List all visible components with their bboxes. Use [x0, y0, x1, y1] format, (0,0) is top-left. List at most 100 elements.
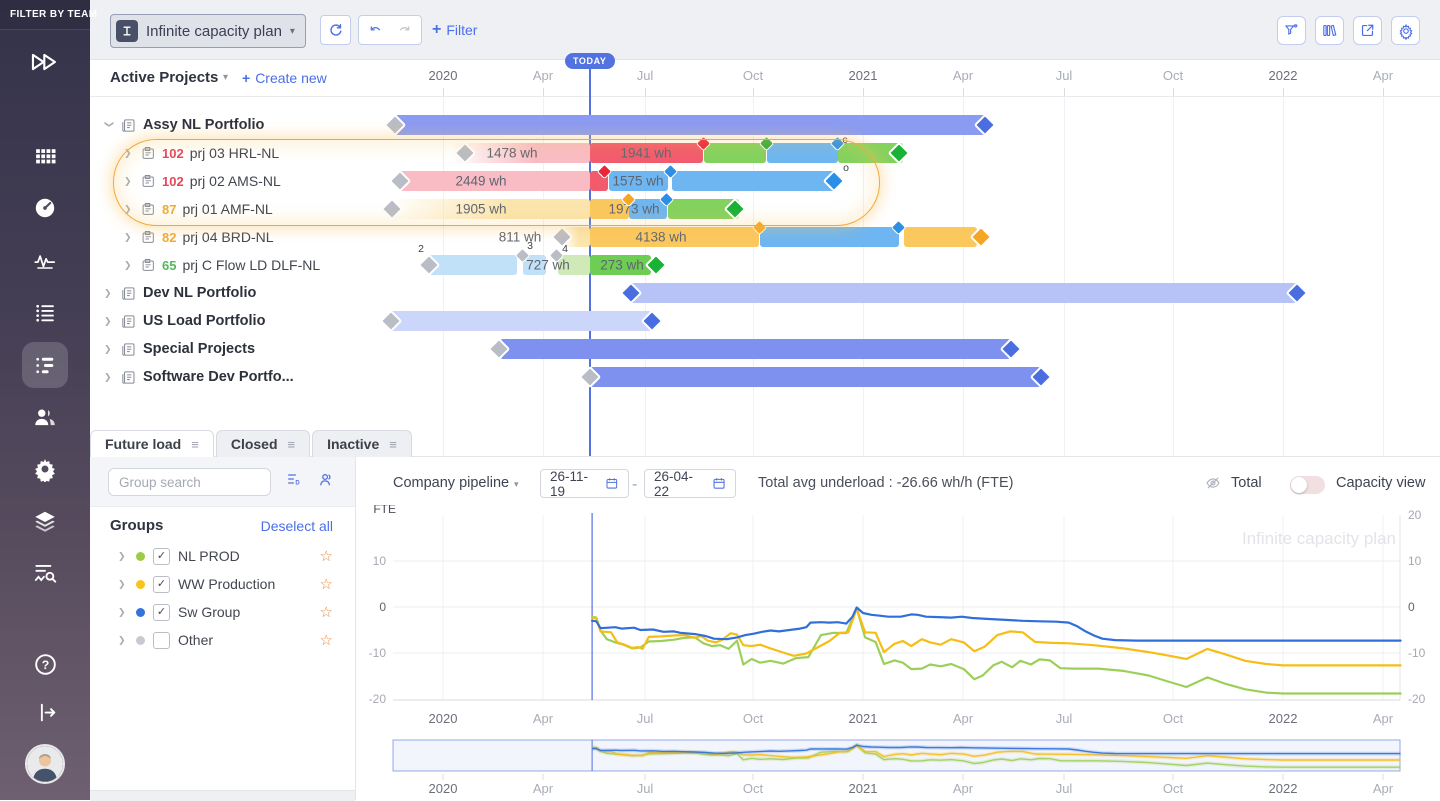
pipeline-selector[interactable]: Company pipeline — [393, 475, 509, 491]
row-name[interactable]: prj 03 HRL-NL — [190, 145, 279, 161]
bar-hours-label: 1941 wh — [620, 146, 671, 161]
timeline-tick — [1064, 88, 1065, 96]
redo-icon[interactable] — [390, 22, 418, 38]
portfolio-icon — [120, 341, 137, 358]
user-avatar[interactable] — [22, 741, 68, 787]
group-color-dot — [136, 580, 145, 589]
favorite-star-icon[interactable]: ☆ — [320, 631, 333, 649]
group-name[interactable]: Other — [178, 632, 213, 648]
group-people-icon[interactable] — [318, 471, 335, 491]
group-search-strip: D — [90, 457, 355, 507]
gantt-annotation: o — [843, 162, 849, 174]
pipeline-chart[interactable]: Infinite capacity planFTE20101000-10-10-… — [355, 505, 1440, 735]
gantt-view-icon[interactable] — [22, 342, 68, 388]
row-expander-icon[interactable]: ❯ — [104, 344, 114, 355]
gantt-bar[interactable] — [429, 255, 517, 275]
undo-icon[interactable] — [362, 22, 390, 38]
tab-future-load[interactable]: Future load≡ — [90, 430, 214, 457]
row-name[interactable]: US Load Portfolio — [143, 313, 265, 329]
tab-inactive[interactable]: Inactive≡ — [312, 430, 412, 457]
date-from-field[interactable]: 26-11-19 — [540, 469, 629, 498]
add-filter-button[interactable]: + Filter — [432, 21, 477, 39]
row-expander-icon[interactable]: ❯ — [124, 176, 134, 187]
row-expander-icon[interactable]: ❯ — [104, 120, 115, 130]
row-name[interactable]: Dev NL Portfolio — [143, 285, 256, 301]
group-color-dot — [136, 636, 145, 645]
group-search-input[interactable] — [108, 468, 271, 496]
gantt-bar[interactable] — [390, 311, 652, 331]
group-checkbox[interactable]: ✓ — [153, 604, 170, 621]
list-view-icon[interactable] — [22, 290, 68, 336]
settings-icon[interactable] — [22, 446, 68, 492]
group-expander-icon[interactable]: ❯ — [118, 635, 128, 646]
favorite-star-icon[interactable]: ☆ — [320, 547, 333, 565]
row-expander-icon[interactable]: ❯ — [124, 148, 134, 159]
plan-selector-button[interactable]: Infinite capacity plan ▾ — [110, 14, 306, 48]
favorite-star-icon[interactable]: ☆ — [320, 603, 333, 621]
group-name[interactable]: NL PROD — [178, 548, 240, 564]
project-icon — [140, 229, 156, 245]
gantt-bar[interactable] — [760, 227, 899, 247]
help-icon[interactable]: ? — [22, 641, 68, 687]
row-expander-icon[interactable]: ❯ — [104, 316, 114, 327]
group-expander-icon[interactable]: ❯ — [118, 579, 128, 590]
deselect-all-link[interactable]: Deselect all — [261, 518, 333, 534]
favorite-star-icon[interactable]: ☆ — [320, 575, 333, 593]
total-visibility-toggle[interactable]: Total — [1204, 474, 1262, 492]
gantt-bar[interactable] — [767, 143, 838, 163]
library-icon[interactable] — [1315, 16, 1344, 45]
gantt-bar[interactable] — [590, 367, 1041, 387]
people-icon[interactable] — [22, 394, 68, 440]
gear-icon[interactable] — [1391, 16, 1420, 45]
gantt-bar[interactable] — [500, 339, 1011, 359]
row-expander-icon[interactable]: ❯ — [124, 260, 134, 271]
timeline-label: Jul — [637, 68, 654, 83]
resource-search-icon[interactable] — [22, 550, 68, 596]
gantt-bar[interactable] — [904, 227, 977, 247]
refresh-button[interactable] — [320, 15, 351, 45]
gantt-bar[interactable] — [704, 143, 766, 163]
tab-menu-icon[interactable]: ≡ — [389, 437, 397, 452]
gantt-bar[interactable] — [395, 115, 985, 135]
row-expander-icon[interactable]: ❯ — [124, 204, 134, 215]
date-from-value: 26-11-19 — [550, 469, 598, 499]
row-name[interactable]: Software Dev Portfo... — [143, 369, 294, 385]
capacity-view-toggle[interactable] — [1290, 476, 1325, 494]
row-expander-icon[interactable]: ❯ — [104, 288, 114, 299]
row-name[interactable]: prj 01 AMF-NL — [182, 201, 272, 217]
row-name[interactable]: prj C Flow LD DLF-NL — [182, 257, 320, 273]
row-expander-icon[interactable]: ❯ — [104, 372, 114, 383]
x-tick-label: Apr — [1373, 711, 1394, 726]
export-icon[interactable] — [1353, 16, 1382, 45]
tab-menu-icon[interactable]: ≡ — [288, 437, 296, 452]
row-name[interactable]: Assy NL Portfolio — [143, 117, 264, 133]
row-name[interactable]: Special Projects — [143, 341, 255, 357]
group-checkbox[interactable]: ✓ — [153, 548, 170, 565]
favorite-filter-icon[interactable] — [1277, 16, 1306, 45]
waveform-icon[interactable] — [22, 238, 68, 284]
project-icon — [140, 145, 156, 161]
layers-icon[interactable] — [22, 498, 68, 544]
tab-closed[interactable]: Closed≡ — [216, 430, 310, 457]
group-expander-icon[interactable]: ❯ — [118, 551, 128, 562]
svg-text:?: ? — [41, 658, 49, 672]
row-name[interactable]: prj 02 AMS-NL — [190, 173, 281, 189]
date-to-field[interactable]: 26-04-22 — [644, 469, 736, 498]
gantt-bar[interactable] — [672, 171, 836, 191]
logout-icon[interactable] — [22, 689, 68, 735]
group-name[interactable]: WW Production — [178, 576, 275, 592]
tab-menu-icon[interactable]: ≡ — [191, 437, 199, 452]
grid-view-icon[interactable] — [22, 133, 68, 179]
group-row: ❯ ✓ WW Production ☆ — [90, 570, 355, 598]
group-expander-icon[interactable]: ❯ — [118, 607, 128, 618]
group-name[interactable]: Sw Group — [178, 604, 240, 620]
display-options-icon[interactable]: D — [286, 471, 302, 490]
fast-forward-logo[interactable] — [22, 39, 68, 85]
overview-chart[interactable]: 2020AprJulOct2021AprJulOct2022Apr — [355, 735, 1440, 800]
gauge-icon[interactable] — [22, 185, 68, 231]
group-checkbox[interactable]: ✓ — [153, 576, 170, 593]
group-checkbox[interactable] — [153, 632, 170, 649]
gantt-bar[interactable] — [630, 283, 1297, 303]
row-expander-icon[interactable]: ❯ — [124, 232, 134, 243]
row-name[interactable]: prj 04 BRD-NL — [182, 229, 273, 245]
